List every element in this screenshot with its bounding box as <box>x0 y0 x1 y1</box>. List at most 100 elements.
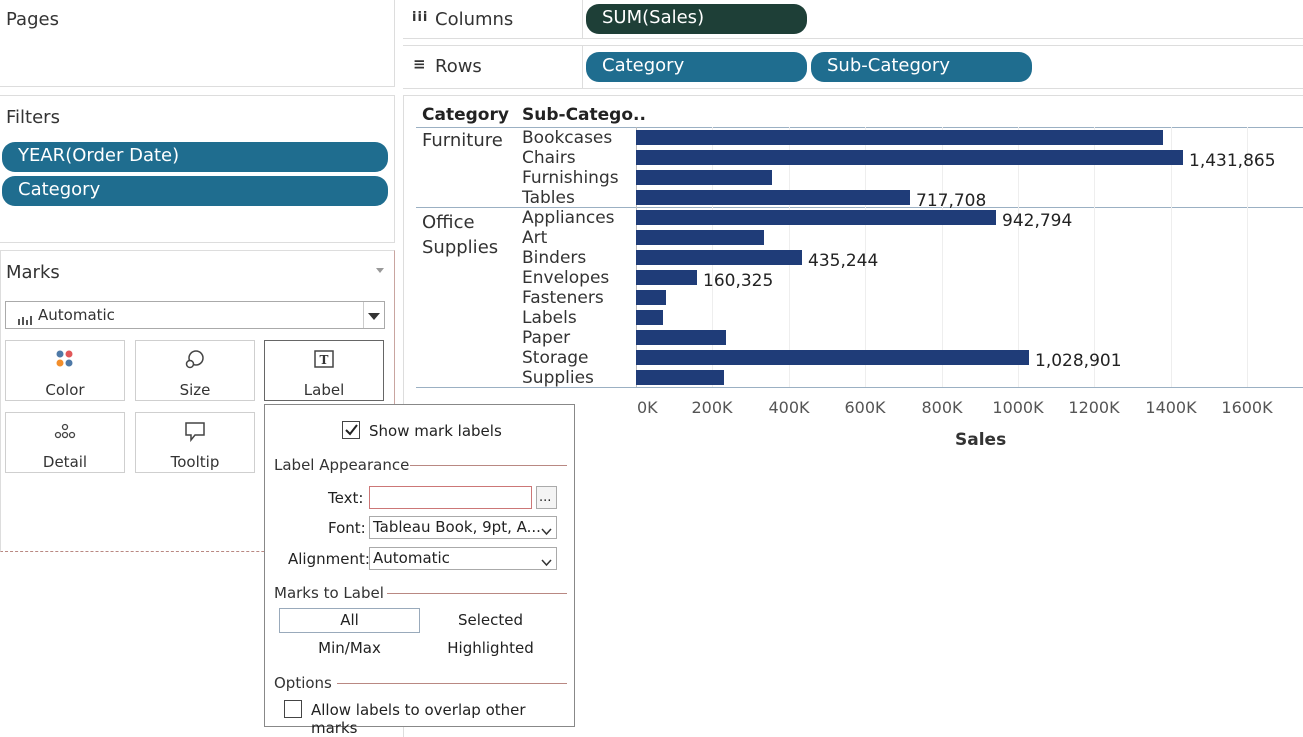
x-tick-label: 400K <box>768 398 810 417</box>
bar-mark[interactable] <box>636 270 697 285</box>
option-minmax-label: Min/Max <box>318 639 381 657</box>
marks-menu-icon[interactable] <box>376 268 384 273</box>
options-title: Options <box>274 674 332 692</box>
show-labels-checkbox[interactable] <box>342 421 360 439</box>
svg-text:T: T <box>320 353 329 367</box>
rows-pill-category[interactable]: Category <box>586 52 807 82</box>
font-field-label: Font: <box>328 519 366 537</box>
bar-mark[interactable] <box>636 250 802 265</box>
sub-category-label: Appliances <box>522 208 615 228</box>
show-labels-text: Show mark labels <box>369 422 502 440</box>
text-input[interactable] <box>369 486 532 509</box>
alignment-field-label: Alignment: <box>288 550 370 568</box>
option-all[interactable]: All <box>279 608 420 633</box>
text-edit-button[interactable]: ... <box>536 486 557 509</box>
color-card-label: Color <box>45 381 85 399</box>
header-rule <box>416 127 1303 128</box>
sub-category-label: Binders <box>522 248 587 268</box>
x-tick-label: 0K <box>637 398 658 417</box>
x-tick-label: 200K <box>691 398 733 417</box>
columns-icon: iii <box>412 10 429 25</box>
detail-card-label: Detail <box>42 453 88 471</box>
x-tick-label: 800K <box>921 398 963 417</box>
x-tick-label: 1200K <box>1068 398 1120 417</box>
marks-title: Marks <box>6 262 60 283</box>
gridline <box>712 127 713 387</box>
color-card[interactable]: Color <box>5 340 125 401</box>
row-header-sub-category: Sub-Catego.. <box>522 105 646 125</box>
alignment-select[interactable]: Automatic <box>369 547 557 570</box>
bar-mark[interactable] <box>636 370 724 385</box>
marks-to-label-title: Marks to Label <box>274 584 384 602</box>
font-select-value: Tableau Book, 9pt, A... <box>373 518 541 536</box>
rows-pill-sub-category[interactable]: Sub-Category <box>811 52 1032 82</box>
sub-category-label: Paper <box>522 328 571 348</box>
bar-data-label: 942,794 <box>1002 211 1073 231</box>
size-card[interactable]: Size <box>135 340 255 401</box>
label-card-label: Label <box>303 381 345 399</box>
pages-shelf[interactable]: Pages <box>0 0 395 87</box>
font-select[interactable]: Tableau Book, 9pt, A... <box>369 516 557 539</box>
bar-mark[interactable] <box>636 290 666 305</box>
bar-mark[interactable] <box>636 150 1183 165</box>
bar-data-label: 435,244 <box>808 251 879 271</box>
x-tick-label: 600K <box>844 398 886 417</box>
gridline <box>942 127 943 387</box>
bar-data-label: 1,028,901 <box>1035 351 1122 371</box>
rows-divider <box>582 45 583 89</box>
detail-card[interactable]: Detail <box>5 412 125 473</box>
allow-overlap-checkbox[interactable] <box>284 700 302 718</box>
size-icon <box>136 349 254 371</box>
bar-mark[interactable] <box>636 310 663 325</box>
tooltip-card[interactable]: Tooltip <box>135 412 255 473</box>
columns-pill-sum-sales[interactable]: SUM(Sales) <box>586 4 807 34</box>
gridline <box>789 127 790 387</box>
sub-category-label: Bookcases <box>522 128 613 148</box>
bar-mark[interactable] <box>636 190 910 205</box>
bar-mark[interactable] <box>636 170 772 185</box>
chevron-down-icon <box>541 522 552 543</box>
sub-category-label: Fasteners <box>522 288 604 308</box>
filter-pill-category[interactable]: Category <box>2 176 388 206</box>
bar-mark[interactable] <box>636 130 1163 145</box>
marks-to-label-rule <box>387 593 567 594</box>
filters-title: Filters <box>6 107 60 128</box>
option-highlighted[interactable]: Highlighted <box>420 636 561 661</box>
group-rule <box>416 207 1303 208</box>
appearance-rule <box>410 465 567 466</box>
mark-type-dropdown[interactable]: Automatic <box>5 301 385 329</box>
label-card[interactable]: T Label <box>264 340 384 401</box>
row-header-category: Category <box>422 105 509 125</box>
chevron-down-icon <box>368 313 380 320</box>
bar-chart-icon <box>18 310 32 325</box>
bar-mark[interactable] <box>636 230 764 245</box>
chevron-down-icon <box>541 553 552 574</box>
view-top-border <box>403 95 1303 96</box>
option-minmax[interactable]: Min/Max <box>279 636 420 661</box>
text-icon: T <box>265 349 383 371</box>
label-popup: Show mark labels Label Appearance Text: … <box>264 404 575 737</box>
option-highlighted-label: Highlighted <box>447 639 534 657</box>
text-field-label: Text: <box>328 489 364 507</box>
option-selected[interactable]: Selected <box>420 608 561 633</box>
category-furniture: Furniture <box>422 130 503 151</box>
checkmark-icon <box>345 424 358 436</box>
x-tick-label: 1400K <box>1145 398 1197 417</box>
columns-shelf[interactable] <box>403 0 1303 39</box>
allow-overlap-text: Allow labels to overlap other marks <box>311 701 526 737</box>
bar-mark[interactable] <box>636 330 726 345</box>
color-icon <box>6 349 124 371</box>
option-all-label: All <box>340 611 359 629</box>
bar-mark[interactable] <box>636 350 1029 365</box>
size-card-label: Size <box>179 381 211 399</box>
zero-axis-line <box>636 127 637 387</box>
filter-pill-order-date[interactable]: YEAR(Order Date) <box>2 142 388 172</box>
x-tick-label: 1000K <box>992 398 1044 417</box>
x-axis-title: Sales <box>955 430 1007 450</box>
bar-mark[interactable] <box>636 210 996 225</box>
label-appearance-title: Label Appearance <box>274 456 410 474</box>
bottom-rule <box>416 387 1303 388</box>
gridline <box>1247 127 1248 387</box>
x-tick-label: 1600K <box>1221 398 1273 417</box>
rows-icon: ≡ <box>413 55 426 73</box>
